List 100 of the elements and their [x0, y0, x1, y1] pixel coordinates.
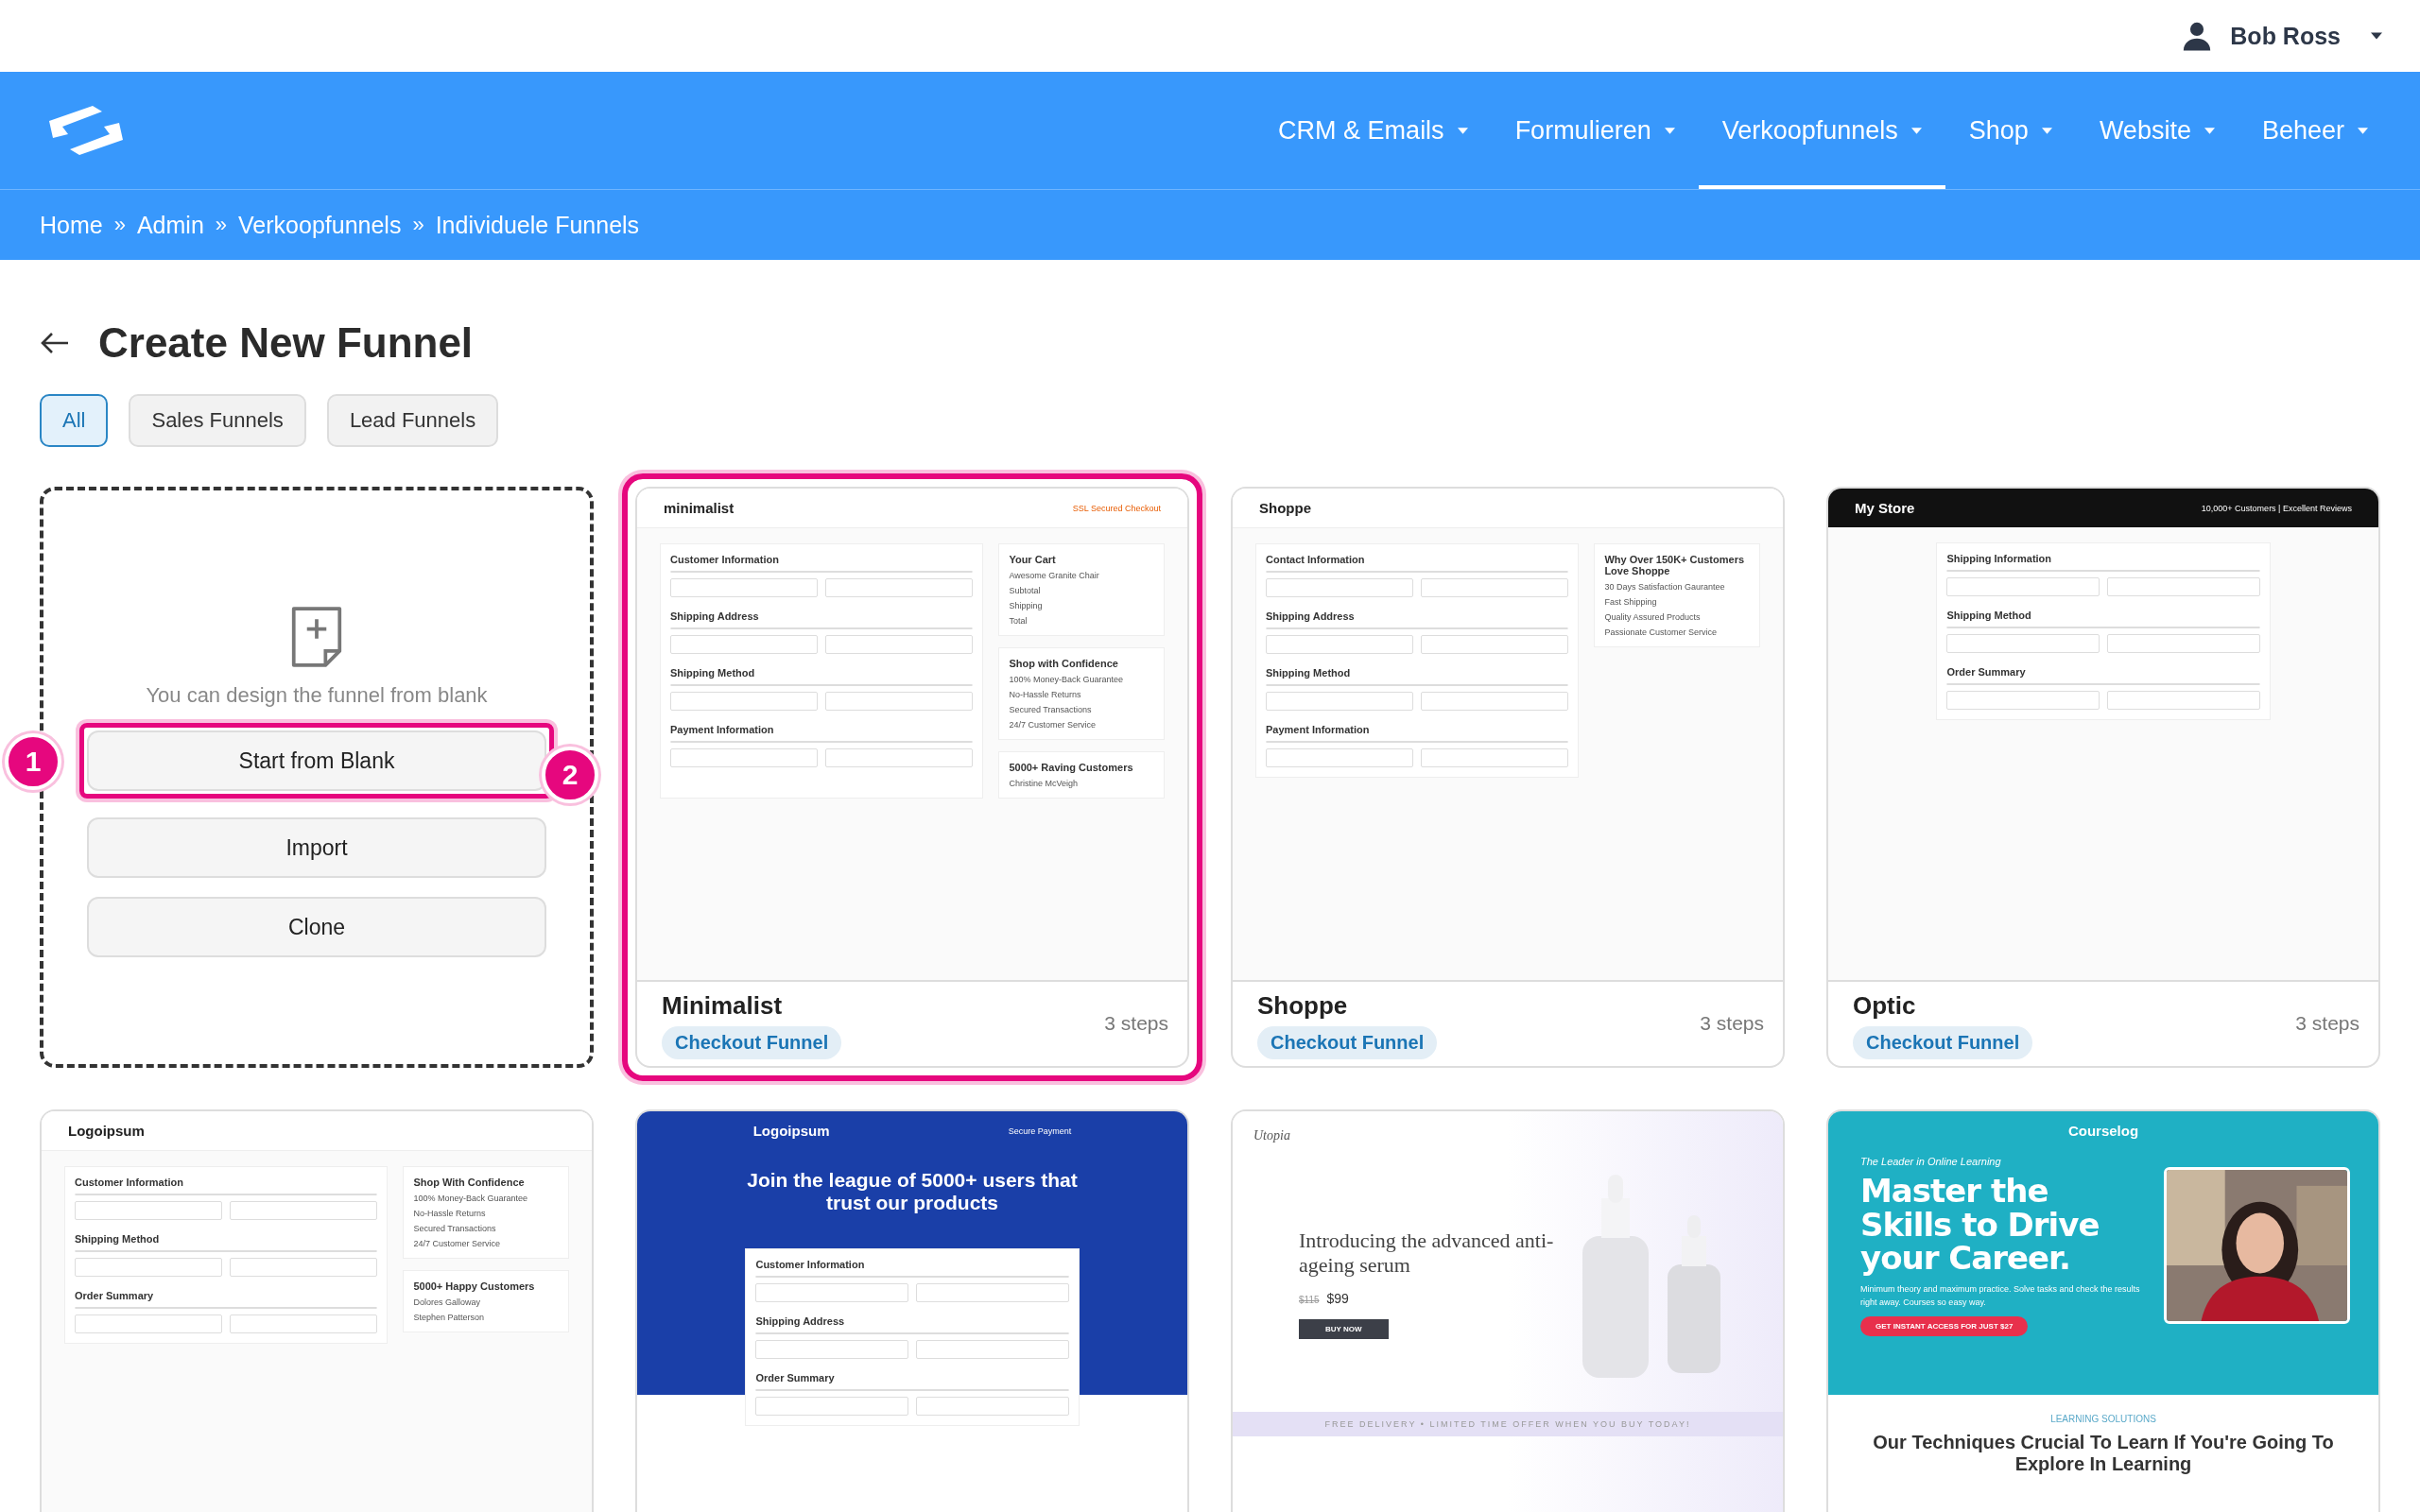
caret-icon [2041, 127, 2052, 134]
nav-menu-item[interactable]: Website [2075, 72, 2238, 189]
preview-text: 30 Days Satisfaction Gaurantee [1604, 582, 1726, 592]
preview-heading: Introducing the advanced anti-ageing serum [1299, 1228, 1554, 1278]
nav-menu-item[interactable]: CRM & Emails [1254, 72, 1492, 189]
template-name: Minimalist [662, 991, 783, 1021]
blank-description: You can design the funnel from blank [146, 683, 488, 708]
filter-tab[interactable]: All [40, 394, 109, 447]
step-marker: 2 [542, 747, 598, 803]
step-marker: 1 [5, 733, 61, 790]
preview-heading: Join the league of 5000+ users that trust our products [746, 1168, 1079, 1215]
funnel-action-button[interactable]: Clone [87, 897, 546, 957]
filter-tab[interactable]: Sales Funnels [129, 394, 306, 447]
step-count: 3 steps [2295, 1012, 2360, 1035]
preview-banner: FREE DELIVERY • LIMITED TIME OFFER WHEN YOU BUY TODAY! [1233, 1412, 1783, 1436]
preview-section-title: Order Summary [75, 1290, 155, 1301]
step-count: 3 steps [1104, 1012, 1168, 1035]
preview-text: Subtotal [1009, 586, 1042, 595]
preview-section-title: Customer Information [755, 1259, 866, 1270]
preview-section-title: Shop with Confidence [1009, 658, 1119, 669]
preview-tagline: The Leader in Online Learning [1860, 1156, 2001, 1167]
nav-menu-item[interactable]: Beheer [2238, 72, 2392, 189]
preview-note: SSL Secured Checkout [1072, 503, 1161, 513]
preview-section-title: Shipping Method [75, 1233, 161, 1245]
back-arrow-icon[interactable] [40, 332, 70, 354]
start-blank-button[interactable]: Start from Blank [87, 730, 546, 791]
caret-icon [1910, 127, 1922, 134]
user-menu[interactable]: Bob Ross [2181, 20, 2382, 52]
breadcrumb-separator: » [215, 213, 228, 237]
price: $99 [1326, 1290, 1349, 1306]
preview-text: Quality Assured Products [1604, 612, 1702, 622]
preview-brand: Courselog [2067, 1123, 2139, 1139]
funnel-action-button[interactable]: Import [87, 817, 546, 878]
page-title: Create New Funnel [98, 319, 474, 367]
preview-text: Fast Shipping [1604, 597, 1658, 607]
preview-section-title: Shipping Method [1946, 610, 2032, 621]
preview-subheading: Our Techniques Crucial To Learn If You're Going To Explore In Learning [1872, 1431, 2335, 1476]
breadcrumb-link[interactable]: Individuele Funnels [435, 211, 640, 239]
preview-text: Shipping [1009, 601, 1044, 610]
preview-section-title: Contact Information [1266, 554, 1366, 565]
preview-brand: minimalist [664, 500, 735, 516]
preview-text: No-Hassle Returns [413, 1209, 487, 1218]
preview-brand: Utopia [1253, 1127, 1291, 1144]
preview-text: 100% Money-Back Guarantee [413, 1194, 528, 1203]
caret-icon [2204, 127, 2215, 134]
template-name: Shoppe [1257, 991, 1348, 1021]
funnel-type-badge: Checkout Funnel [1257, 1026, 1438, 1059]
preview-section-title: Shipping Address [670, 610, 760, 622]
preview-section-title: Shipping Address [755, 1315, 846, 1327]
preview-text: No-Hassle Returns [1009, 690, 1082, 699]
preview-text: Passionate Customer Service [1604, 627, 1718, 637]
preview-section-title: Payment Information [1266, 724, 1371, 735]
preview-text: 24/7 Customer Service [413, 1239, 501, 1248]
caret-icon [1664, 127, 1675, 134]
breadcrumb-link[interactable]: Verkoopfunnels [238, 211, 402, 239]
preview-text: Minimum theory and maximum practice. Solve tasks and check the results right away. Courses so easy way. [1860, 1283, 2141, 1309]
preview-section-title: Customer Information [75, 1177, 184, 1188]
preview-text: Awesome Granite Chair [1009, 571, 1100, 580]
preview-eyebrow: LEARNING SOLUTIONS [2050, 1414, 2156, 1424]
old-price: $115 [1299, 1294, 1320, 1305]
caret-icon [2371, 32, 2382, 40]
preview-section-title: Order Summary [1946, 666, 2027, 678]
preview-section-title: Shipping Information [1946, 553, 2053, 564]
preview-note: Secure Payment [1008, 1125, 1072, 1136]
preview-text: 100% Money-Back Guarantee [1009, 675, 1124, 684]
preview-section-title: Your Cart [1009, 554, 1057, 565]
preview-brand: Logoipsum [68, 1123, 145, 1139]
preview-brand: Logoipsum [752, 1123, 830, 1139]
caret-icon [2358, 127, 2368, 134]
preview-heading: Master the Skills to Drive your Career. [1860, 1175, 2100, 1277]
preview-text: Stephen Patterson [413, 1313, 485, 1322]
template-name: Optic [1853, 991, 1916, 1021]
preview-text: Secured Transactions [413, 1224, 497, 1233]
preview-brand: My Store [1855, 500, 1915, 516]
funnel-type-badge: Checkout Funnel [662, 1026, 842, 1059]
breadcrumb-separator: » [412, 213, 424, 237]
new-document-icon [290, 604, 343, 670]
preview-section-title: Shipping Method [1266, 667, 1352, 679]
nav-menu-item[interactable]: Formulieren [1491, 72, 1699, 189]
preview-text: Total [1009, 616, 1028, 626]
preview-section-title: 5000+ Raving Customers [1009, 762, 1134, 773]
breadcrumb-separator: » [113, 213, 126, 237]
preview-section-title: Customer Information [670, 554, 780, 565]
preview-section-title: 5000+ Happy Customers [413, 1280, 536, 1292]
step-count: 3 steps [1700, 1012, 1764, 1035]
preview-text: 24/7 Customer Service [1009, 720, 1097, 730]
preview-text: Christine McVeigh [1009, 779, 1079, 788]
preview-brand: Shoppe [1259, 500, 1311, 516]
preview-text: Secured Transactions [1009, 705, 1093, 714]
preview-section-title: Shipping Address [1266, 610, 1356, 622]
preview-section-title: Order Summary [755, 1372, 836, 1383]
preview-button: GET INSTANT ACCESS FOR JUST $27 [1860, 1316, 2029, 1337]
nav-menu-item[interactable]: Shop [1945, 72, 2076, 189]
breadcrumb-link[interactable]: Admin [136, 211, 204, 239]
breadcrumb-link[interactable]: Home [40, 211, 103, 239]
preview-note: 10,000+ Customers | Excellent Reviews [2201, 503, 2352, 513]
preview-button: BUY NOW [1299, 1318, 1389, 1339]
preview-section-title: Shipping Method [670, 667, 756, 679]
filter-tab[interactable]: Lead Funnels [326, 394, 499, 447]
funnel-type-badge: Checkout Funnel [1853, 1026, 2033, 1059]
